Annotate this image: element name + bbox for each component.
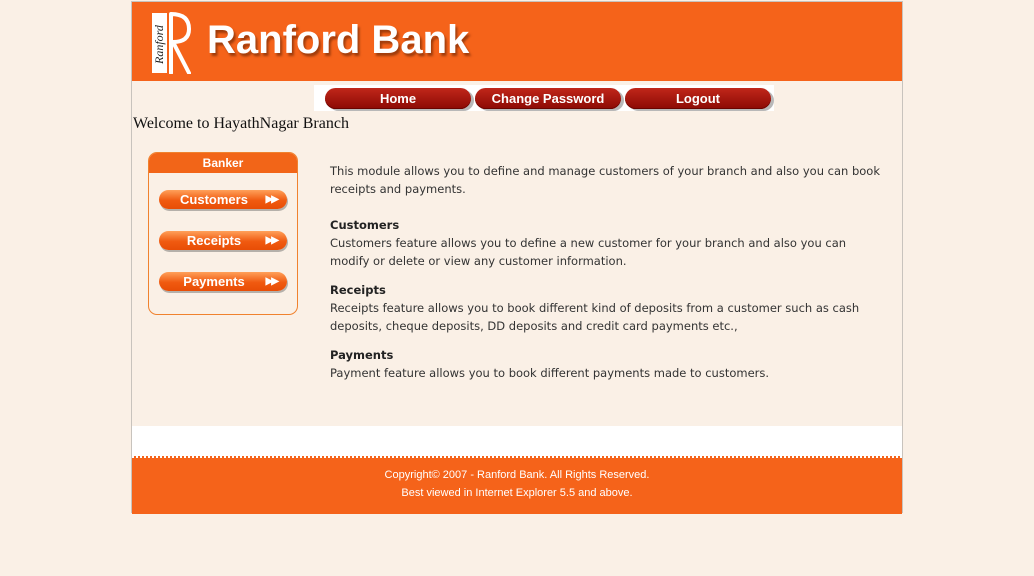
payments-button-label: Payments: [183, 274, 245, 289]
customers-button-label: Customers: [180, 192, 248, 207]
change-password-button[interactable]: Change Password: [475, 88, 621, 109]
ranford-logo-icon: Ranford: [152, 12, 191, 74]
module-description: This module allows you to define and man…: [330, 162, 880, 393]
welcome-message: Welcome to HayathNagar Branch: [133, 115, 349, 132]
banker-menu-panel: Banker Customers ▶▶ Receipts ▶▶ Payments…: [148, 152, 298, 315]
copyright-text: Copyright© 2007 - Ranford Bank. All Righ…: [384, 469, 650, 481]
double-chevron-right-icon: ▶▶: [265, 235, 279, 246]
double-chevron-right-icon: ▶▶: [265, 194, 279, 205]
bank-name-logo: Ranford Bank: [207, 18, 470, 62]
logout-button[interactable]: Logout: [625, 88, 771, 109]
browser-note: Best viewed in Internet Explorer 5.5 and…: [401, 487, 633, 499]
payments-button[interactable]: Payments ▶▶: [159, 272, 287, 291]
receipts-button-label: Receipts: [186, 233, 242, 248]
section-customers: Customers Customers feature allows you t…: [330, 216, 880, 270]
main-nav: Home Change Password Logout: [314, 85, 774, 111]
section-text: Payment feature allows you to book diffe…: [330, 366, 770, 380]
section-title: Receipts: [330, 283, 386, 297]
section-text: Customers feature allows you to define a…: [330, 236, 847, 268]
footer: Copyright© 2007 - Ranford Bank. All Righ…: [132, 456, 902, 514]
section-text: Receipts feature allows you to book diff…: [330, 301, 860, 333]
logo-mark-text: Ranford: [152, 24, 166, 65]
section-payments: Payments Payment feature allows you to b…: [330, 346, 880, 382]
footer-spacer: [132, 426, 902, 456]
banker-menu-title: Banker: [149, 153, 297, 173]
customers-button[interactable]: Customers ▶▶: [159, 190, 287, 209]
section-title: Payments: [330, 348, 394, 362]
section-title: Customers: [330, 218, 400, 232]
receipts-button[interactable]: Receipts ▶▶: [159, 231, 287, 250]
double-chevron-right-icon: ▶▶: [265, 276, 279, 287]
page-container: Ranford Ranford Bank Home Change Passwor…: [131, 1, 903, 514]
header-banner: Ranford Ranford Bank: [132, 2, 902, 81]
section-receipts: Receipts Receipts feature allows you to …: [330, 281, 880, 335]
intro-text: This module allows you to define and man…: [330, 164, 880, 196]
home-button[interactable]: Home: [325, 88, 471, 109]
